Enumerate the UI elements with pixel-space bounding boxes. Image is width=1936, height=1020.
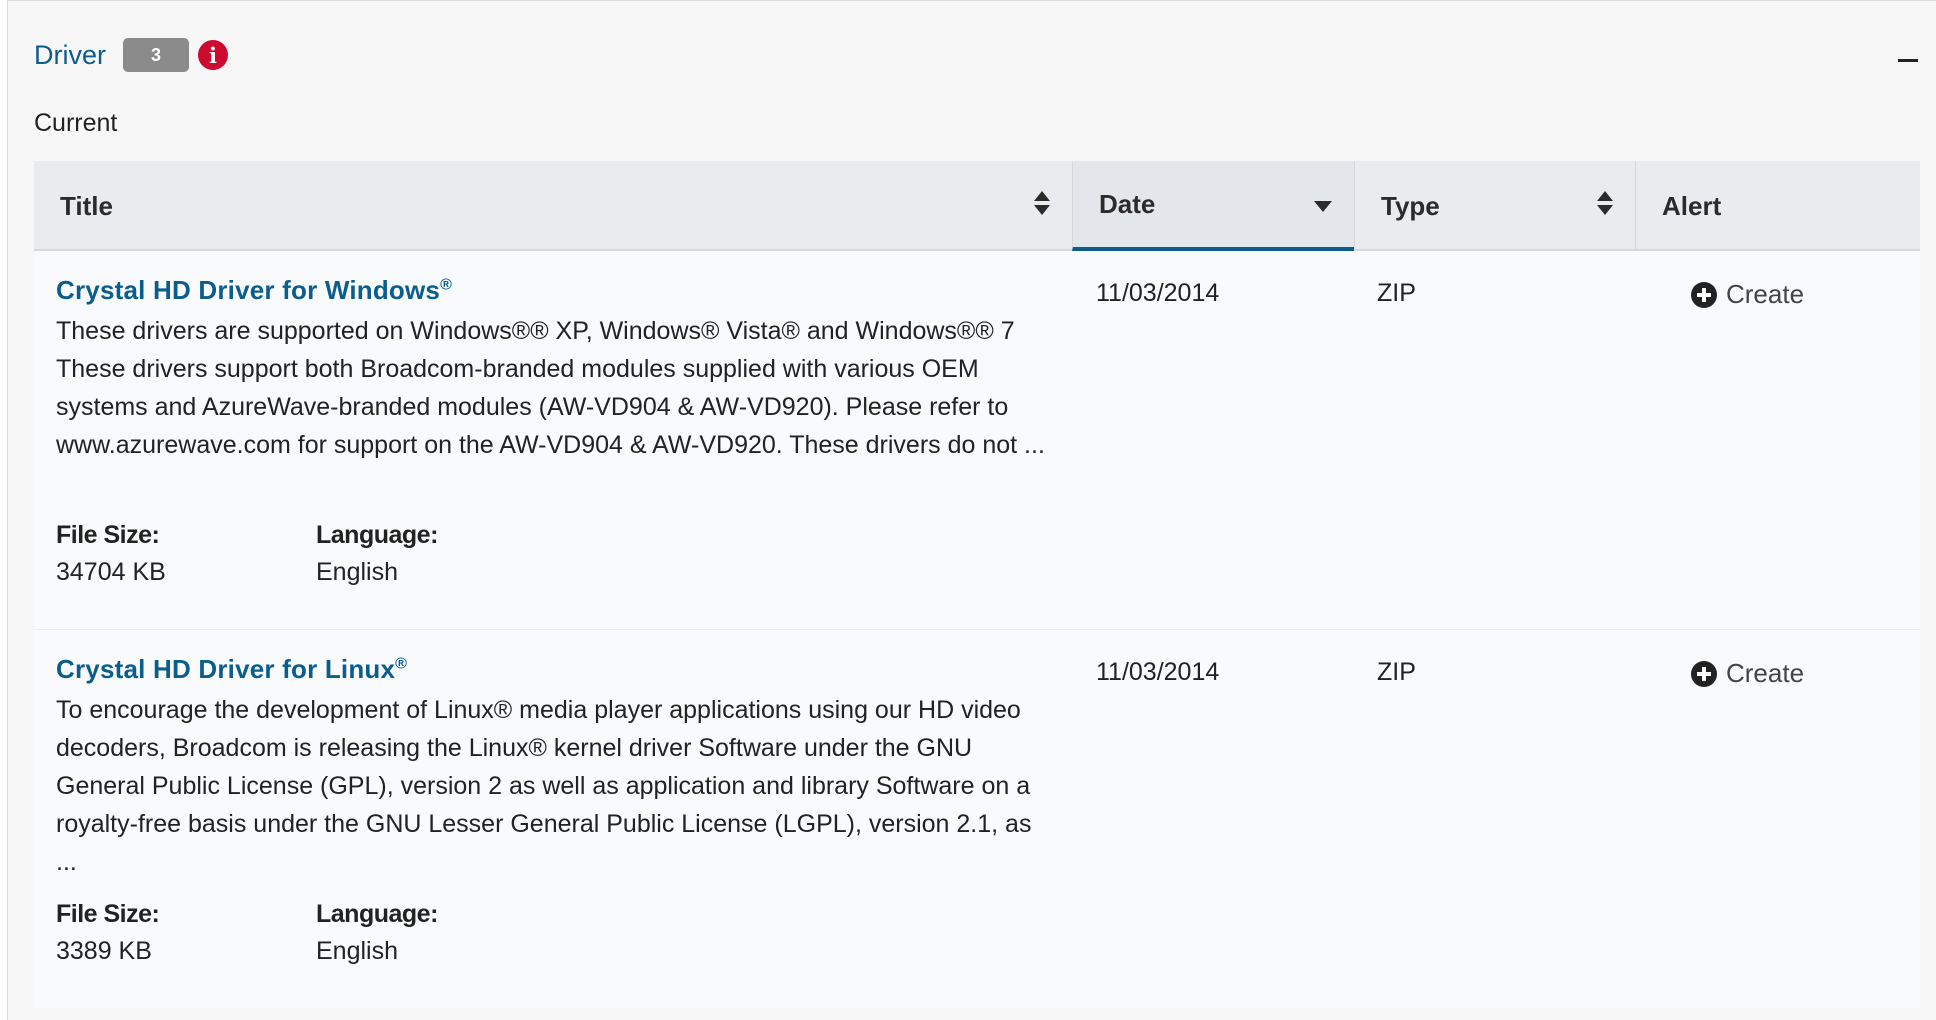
count-badge: 3 — [123, 38, 189, 72]
file-size-block: File Size: 3389 KB — [56, 900, 316, 966]
column-header-type-label: Type — [1381, 190, 1440, 221]
document-meta: File Size: 34704 KB Language: English — [56, 521, 576, 587]
file-size-value: 34704 KB — [56, 558, 166, 586]
file-size-label: File Size: — [56, 521, 160, 549]
column-header-date[interactable]: Date — [1072, 161, 1354, 251]
document-link-text: Crystal HD Driver for Linux — [56, 654, 396, 684]
document-link-text: Crystal HD Driver for Windows — [56, 275, 441, 305]
create-alert-label: Create — [1726, 279, 1805, 309]
section-title[interactable]: Driver — [34, 40, 106, 71]
column-header-title[interactable]: Title — [34, 161, 1072, 251]
info-icon[interactable]: i — [198, 40, 228, 70]
type-cell: ZIP — [1377, 658, 1416, 686]
language-label: Language: — [316, 521, 438, 549]
language-block: Language: English — [316, 521, 576, 587]
file-size-label: File Size: — [56, 900, 160, 928]
language-value: English — [316, 558, 398, 586]
date-cell: 11/03/2014 — [1096, 279, 1220, 307]
plus-circle-icon — [1691, 660, 1717, 687]
column-header-alert-label: Alert — [1662, 190, 1722, 221]
plus-circle-icon — [1691, 281, 1717, 308]
column-header-title-label: Title — [60, 190, 113, 221]
title-cell: Crystal HD Driver for Linux® To encourag… — [56, 654, 1056, 881]
column-header-date-label: Date — [1099, 188, 1156, 219]
type-cell: ZIP — [1377, 279, 1416, 307]
table-row: Crystal HD Driver for Linux® To encourag… — [34, 629, 1920, 1008]
create-alert-button[interactable]: Create — [1691, 279, 1804, 310]
driver-panel: Driver 3 i Current Title Date Type Alert — [7, 0, 1936, 1020]
file-size-value: 3389 KB — [56, 937, 152, 965]
sort-icon[interactable] — [1597, 191, 1613, 217]
downloads-table: Title Date Type Alert Crystal HD Driver … — [34, 161, 1920, 1008]
document-description: To encourage the development of Linux® m… — [56, 696, 1032, 876]
registered-mark: ® — [395, 655, 408, 673]
sort-down-icon[interactable] — [1314, 201, 1332, 212]
column-header-alert: Alert — [1635, 161, 1920, 251]
language-value: English — [316, 937, 398, 965]
table-row: Crystal HD Driver for Windows® These dri… — [34, 251, 1920, 629]
create-alert-label: Create — [1726, 658, 1805, 688]
document-meta: File Size: 3389 KB Language: English — [56, 900, 576, 966]
create-alert-button[interactable]: Create — [1691, 658, 1804, 689]
language-block: Language: English — [316, 900, 576, 966]
file-size-block: File Size: 34704 KB — [56, 521, 316, 587]
sort-icon[interactable] — [1034, 191, 1050, 217]
document-link[interactable]: Crystal HD Driver for Linux® — [56, 654, 407, 684]
collapse-icon[interactable] — [1898, 59, 1918, 62]
table-header: Title Date Type Alert — [34, 161, 1920, 251]
registered-mark: ® — [440, 276, 453, 294]
section-header: Driver 3 i — [34, 35, 228, 75]
date-cell: 11/03/2014 — [1096, 658, 1220, 686]
language-label: Language: — [316, 900, 438, 928]
section-subtitle: Current — [34, 109, 118, 137]
document-description: These drivers are supported on Windows®®… — [56, 317, 1045, 459]
column-header-type[interactable]: Type — [1354, 161, 1635, 251]
document-link[interactable]: Crystal HD Driver for Windows® — [56, 275, 452, 305]
title-cell: Crystal HD Driver for Windows® These dri… — [56, 275, 1056, 464]
